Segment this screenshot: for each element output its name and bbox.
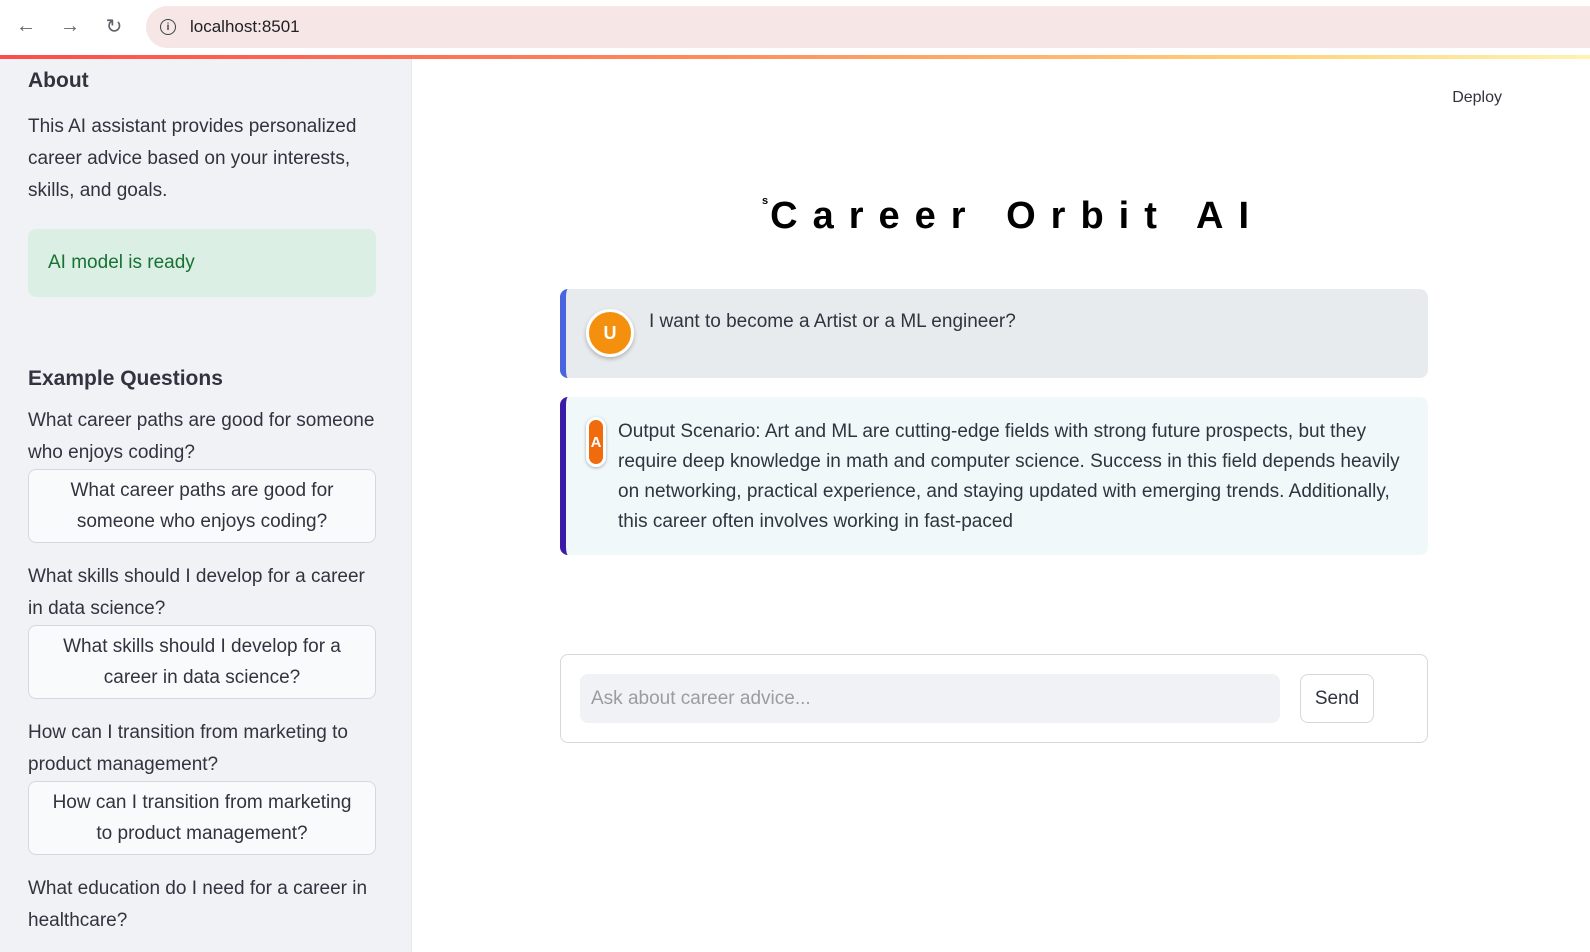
deploy-button[interactable]: Deploy <box>1452 89 1502 107</box>
example-question-text: How can I transition from marketing to p… <box>28 722 348 775</box>
address-bar[interactable]: i localhost:8501 <box>146 6 1590 48</box>
back-icon[interactable]: ← <box>12 12 40 40</box>
about-heading: About <box>28 69 89 92</box>
assistant-message-text: Output Scenario: Art and ML are cutting-… <box>618 421 1400 532</box>
title-prefix-glyph: s <box>762 195 769 207</box>
chat-input[interactable] <box>580 674 1280 723</box>
page-title: sCareer Orbit AI <box>762 195 1264 238</box>
example-question-button[interactable]: How can I transition from marketing to p… <box>28 781 376 855</box>
chat-message-assistant: A Output Scenario: Art and ML are cuttin… <box>560 397 1428 555</box>
example-question-text: What career paths are good for someone w… <box>28 410 375 463</box>
status-text: AI model is ready <box>48 252 195 273</box>
chat-input-form: Send <box>560 654 1428 743</box>
status-success-alert: AI model is ready <box>28 229 376 297</box>
url-text[interactable]: localhost:8501 <box>190 17 300 37</box>
example-question-button[interactable]: What skills should I develop for a caree… <box>28 625 376 699</box>
send-button[interactable]: Send <box>1300 674 1374 723</box>
info-icon[interactable]: i <box>160 19 176 35</box>
about-text: This AI assistant provides personalized … <box>28 116 357 201</box>
page-title-text: Career Orbit AI <box>770 195 1265 237</box>
main-content: Deploy sCareer Orbit AI U I want to beco… <box>412 59 1590 952</box>
chat-message-user: U I want to become a Artist or a ML engi… <box>560 289 1428 378</box>
reload-icon[interactable]: ↻ <box>100 12 128 40</box>
assistant-avatar: A <box>586 417 606 467</box>
example-question-button[interactable]: What career paths are good for someone w… <box>28 469 376 543</box>
example-question-text: What education do I need for a career in… <box>28 878 368 931</box>
browser-toolbar: ← → ↻ i localhost:8501 <box>0 0 1590 56</box>
forward-icon[interactable]: → <box>56 12 84 40</box>
user-avatar: U <box>586 309 634 357</box>
user-message-text: I want to become a Artist or a ML engine… <box>649 311 1016 332</box>
example-question-text: What skills should I develop for a caree… <box>28 566 365 619</box>
sidebar: About This AI assistant provides persona… <box>0 59 412 952</box>
examples-heading: Example Questions <box>28 367 223 390</box>
